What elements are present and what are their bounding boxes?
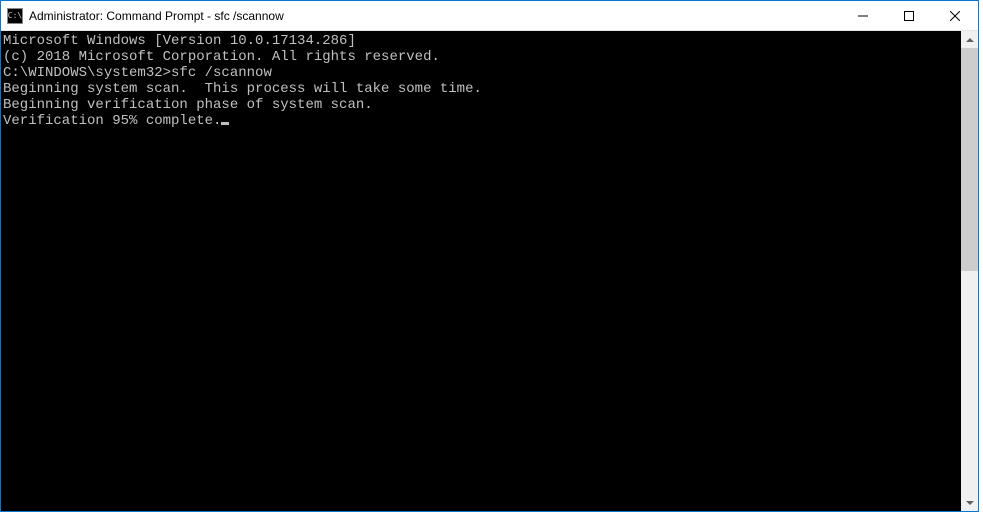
window-title: Administrator: Command Prompt - sfc /sca… — [29, 9, 840, 23]
terminal-output[interactable]: Microsoft Windows [Version 10.0.17134.28… — [1, 31, 961, 511]
terminal-line: Microsoft Windows [Version 10.0.17134.28… — [3, 33, 961, 49]
scroll-up-button[interactable] — [961, 31, 978, 48]
vertical-scrollbar[interactable] — [961, 31, 978, 511]
terminal-line: Beginning verification phase of system s… — [3, 97, 961, 113]
command-prompt-window: C:\ Administrator: Command Prompt - sfc … — [0, 0, 979, 512]
terminal-line: C:\WINDOWS\system32>sfc /scannow — [3, 65, 961, 81]
scroll-thumb[interactable] — [961, 48, 978, 271]
scroll-track[interactable] — [961, 48, 978, 494]
scroll-down-button[interactable] — [961, 494, 978, 511]
titlebar[interactable]: C:\ Administrator: Command Prompt - sfc … — [1, 1, 978, 31]
content-area: Microsoft Windows [Version 10.0.17134.28… — [1, 31, 978, 511]
minimize-button[interactable] — [840, 1, 886, 30]
maximize-button[interactable] — [886, 1, 932, 30]
terminal-line: Beginning system scan. This process will… — [3, 81, 961, 97]
window-controls — [840, 1, 978, 30]
cmd-icon: C:\ — [7, 8, 23, 24]
close-button[interactable] — [932, 1, 978, 30]
terminal-line: Verification 95% complete. — [3, 113, 961, 129]
cursor — [221, 122, 229, 125]
terminal-line: (c) 2018 Microsoft Corporation. All righ… — [3, 49, 961, 65]
